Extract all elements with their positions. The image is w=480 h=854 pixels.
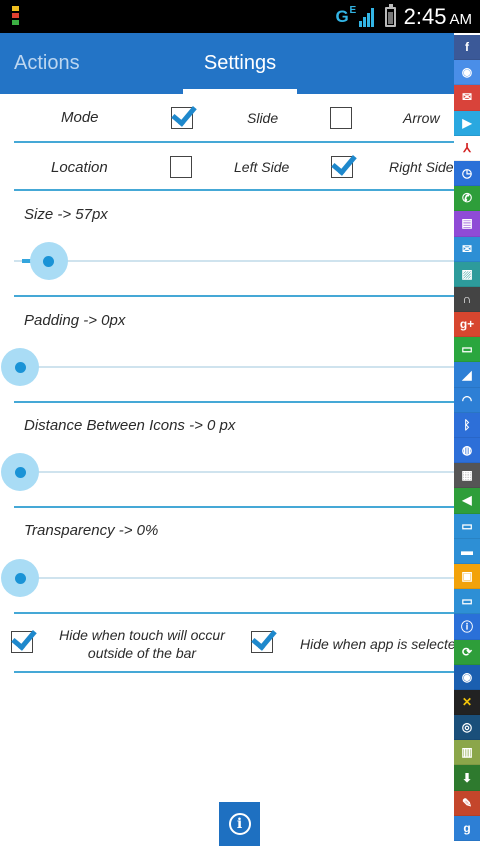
hide-touch-outside-checkbox[interactable] [11,631,33,653]
play-store-icon[interactable]: ▶ [454,110,480,136]
chrome-icon[interactable]: ◉ [454,60,480,86]
calculator-icon[interactable]: ▦ [454,463,480,489]
maps-icon[interactable]: ▥ [454,740,480,766]
network-type-icon: GE [335,4,357,26]
slider-thumb-dot [14,466,26,478]
gallery-icon[interactable]: ▨ [454,261,480,287]
circle-app-icon[interactable]: ◎ [454,715,480,741]
divider [14,189,454,191]
mode-arrow-label: Arrow [403,110,440,126]
volume-icon[interactable]: ◀ [454,488,480,514]
slider-label: Size -> 57px [24,206,108,223]
location-left-label: Left Side [234,159,290,175]
status-clock: 2:45 [403,3,447,29]
divider [14,141,454,143]
xda-icon[interactable]: ✕ [454,689,480,716]
divider [14,612,454,614]
status-bar: GE 2:45 AM [0,0,480,33]
slider-thumb-dot [14,572,26,584]
phone-icon[interactable]: ✆ [454,186,480,212]
slider-label: Distance Between Icons -> 0 px [24,417,236,434]
mode-slide-label: Slide [247,110,279,126]
slider-track[interactable] [14,471,454,473]
google-search-icon[interactable]: g [454,815,480,841]
status-right: GE 2:45 AM [335,0,472,33]
info-icon: i [228,813,251,835]
signal-icon[interactable]: ◢ [454,362,480,388]
settings-panel: Mode Slide Arrow Location Left Side Righ… [0,94,454,854]
slider-thumb-dot [43,255,55,267]
hide-touch-outside-label: Hide when touch will occur outside of the… [59,627,225,661]
location-label: Location [51,159,108,176]
keyboard-icon[interactable]: ▭ [454,589,480,615]
messaging-icon[interactable]: ▭ [454,337,480,363]
wifi-icon[interactable]: ◠ [454,387,480,413]
side-app-bar: f ◉ ✉ ▶ ⅄ ◷ ✆ ▤ ✉ ▨ ∩ g+ ▭ ◢ ◠ ᛒ ◍ ▦ ◀ ▭ ▬ ▣ ▭ ⓘ ⟳ ◉ ✕ ◎ ▥ ⬇ ✎ g [454,35,480,854]
slider-label: Padding -> 0px [24,312,126,329]
chat-icon[interactable]: ▬ [454,538,480,564]
notes-icon[interactable]: ✎ [454,790,480,816]
bluetooth-icon[interactable]: ᛒ [454,412,480,438]
mode-label: Mode [61,109,99,126]
adobe-reader-icon[interactable]: ⅄ [454,135,480,161]
info-circle-icon[interactable]: ⓘ [454,614,480,640]
action-bar: Actions Settings [0,33,454,94]
notification-icon [12,6,19,26]
display-icon[interactable]: ▭ [454,513,480,539]
slider-track[interactable] [14,366,454,368]
slider-label: Transparency -> 0% [24,522,159,539]
facebook-icon[interactable]: f [454,35,480,61]
tab-settings[interactable]: Settings [183,33,297,94]
hide-app-selected-label: Hide when app is selected [300,636,454,652]
contacts-icon[interactable]: ▤ [454,211,480,237]
gmail-icon[interactable]: ✉ [454,85,480,111]
divider [14,506,454,508]
info-button[interactable]: i [219,802,260,846]
mode-slide-checkbox[interactable] [171,107,193,129]
lock-icon[interactable]: ▣ [454,563,480,590]
signal-strength-icon [358,7,375,27]
globe-icon[interactable]: ◉ [454,664,480,690]
location-right-label: Right Side [389,159,454,175]
mode-arrow-checkbox[interactable] [330,107,352,129]
divider [14,295,454,297]
email-icon[interactable]: ✉ [454,236,480,262]
refresh-icon[interactable]: ⟳ [454,639,480,665]
tab-actions[interactable]: Actions [14,33,80,94]
clock-icon[interactable]: ◷ [454,160,480,187]
hide-app-selected-checkbox[interactable] [251,631,273,653]
download-icon[interactable]: ⬇ [454,765,480,791]
location-left-checkbox[interactable] [170,156,192,178]
browser-icon[interactable]: ◍ [454,438,480,464]
google-plus-icon[interactable]: g+ [454,312,480,338]
slider-thumb-dot [14,361,26,373]
slider-track[interactable] [14,260,454,262]
slider-track[interactable] [14,577,454,579]
divider [14,671,454,673]
status-clock-ampm: AM [449,10,473,28]
divider [14,401,454,403]
location-right-checkbox[interactable] [331,156,353,178]
headphones-icon[interactable]: ∩ [454,286,480,313]
battery-icon [384,3,396,27]
